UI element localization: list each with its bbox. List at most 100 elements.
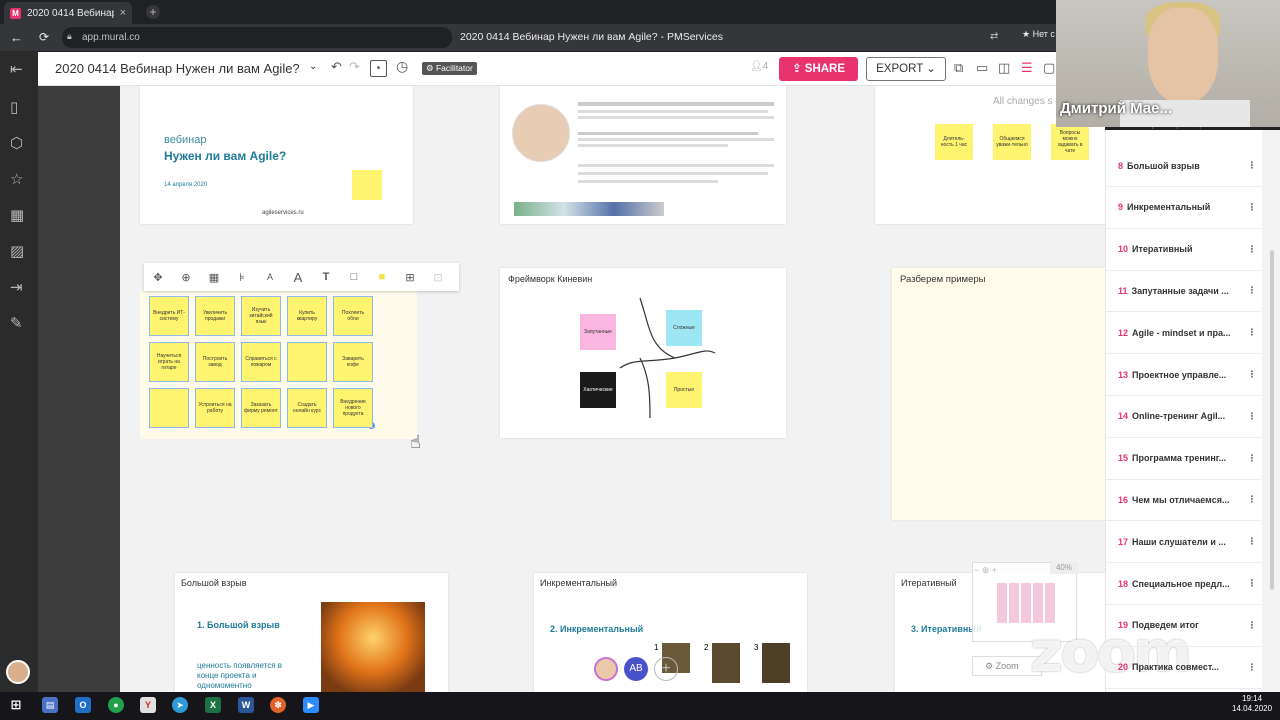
lock-item-icon[interactable]: ⊡ [424,271,452,284]
back-arrow-icon[interactable]: ← [10,30,23,45]
outline-item[interactable]: 11 Запутанные задачи ... ⋮ [1106,270,1261,313]
sticky-note[interactable] [149,388,189,428]
more-options-icon[interactable]: ⋮ [1243,160,1261,171]
bigbang-card[interactable]: Большой взрыв 1. Большой взрыв ценность … [175,573,448,692]
yandex-browser-icon[interactable]: Y [140,697,156,713]
more-options-icon[interactable]: ⋮ [1243,620,1261,631]
outline-toggle-icon[interactable]: • [370,60,387,77]
more-options-icon[interactable]: ⋮ [1243,453,1261,464]
collaborator-avatar[interactable] [594,657,618,681]
grid-icon[interactable]: ▦ [200,271,228,284]
scrollbar-thumb[interactable] [1270,250,1274,590]
my-avatar[interactable] [6,660,30,684]
slack-icon[interactable]: ✽ [270,697,286,713]
sticky-note[interactable]: Устроиться на работу [195,388,235,428]
excel-icon[interactable]: X [205,697,221,713]
collaborators-count[interactable]: 👤︎4 [750,61,768,72]
browser-tab[interactable]: M 2020 0414 Вебинар Ну × [4,2,132,24]
facilitator-badge[interactable]: ⚙ Facilitator [422,62,477,75]
messenger-icon[interactable]: ● [108,697,124,713]
sticky-note[interactable]: Простые [666,372,702,408]
sticky-note[interactable]: Справиться с пожаром [241,342,281,382]
border-icon[interactable]: □ [340,271,368,283]
outline-item[interactable]: 15 Программа тренинг... ⋮ [1106,438,1261,480]
sticky-note[interactable]: Вопросы можно задавать в чате [1051,124,1089,160]
font-larger-icon[interactable]: A [284,270,312,285]
translate-icon[interactable]: ⇄ [990,31,998,42]
outline-item[interactable]: 13 Проектное управле... ⋮ [1106,354,1261,396]
export-button[interactable]: EXPORT ⌄ [866,57,946,81]
align-icon[interactable]: ⊧ [228,271,256,284]
cynefin-card[interactable]: Фреймворк Киневин Запутанные Сложные Хао… [500,268,786,438]
outline-item[interactable]: 9 Инкрементальный ⋮ [1106,187,1261,229]
title-card[interactable]: вебинар Нужен ли вам Agile? 14 апреля 20… [140,86,413,224]
more-options-icon[interactable]: ⋮ [1243,244,1261,255]
more-options-icon[interactable]: ⋮ [1243,494,1261,505]
reload-icon[interactable]: ⟳ [39,30,49,44]
sticky-note[interactable]: Сложные [666,310,702,346]
collaborator-avatar[interactable]: AB [624,657,648,681]
sticky-note[interactable]: Увеличить продажи [195,296,235,336]
telegram-icon[interactable]: ➤ [172,697,188,713]
sticky-note[interactable]: Похлеить обои [333,296,373,336]
mural-canvas[interactable]: вебинар Нужен ли вам Agile? 14 апреля 20… [120,86,1105,692]
pen-icon[interactable]: ✎ [10,314,23,332]
sticky-note[interactable]: Внедрить ИТ-систему [149,296,189,336]
more-options-icon[interactable]: ⋮ [1243,411,1261,422]
outline-item[interactable]: 8 Большой взрыв ⋮ [1106,145,1261,187]
sticky-note[interactable]: Запутанные [580,314,616,350]
app-icon[interactable]: ▤ [42,697,58,713]
outline-list-icon[interactable]: ☰ [1021,60,1033,76]
sticky-note[interactable]: Заварить кофе [333,342,373,382]
speaker-bio-card[interactable] [500,86,786,224]
system-clock[interactable]: 19:14 14.04.2020 [1232,694,1272,714]
outline-item[interactable]: 10 Итеративный ⋮ [1106,229,1261,271]
sticky-note[interactable]: Построить завод [195,342,235,382]
sticky-note[interactable]: Длитель-ность 1 час [935,124,973,160]
sticky-note[interactable]: Создать онлайн курс [287,388,327,428]
share-button[interactable]: ⇪ SHARE [779,57,858,81]
outlook-icon[interactable]: O [75,697,91,713]
frameworks-icon[interactable]: ▦ [10,206,24,224]
outline-item[interactable]: 16 Чем мы отличаемся... ⋮ [1106,479,1261,522]
color-swatch-icon[interactable]: ■ [368,271,396,283]
comments-icon[interactable]: ▭ [976,60,988,76]
word-icon[interactable]: W [238,697,254,713]
windows-start-icon[interactable]: ⊞ [8,697,24,713]
upload-icon[interactable]: ⇥ [10,278,23,296]
outline-item[interactable]: 17 Наши слушатели и ... ⋮ [1106,521,1261,564]
sticky-note[interactable] [287,342,327,382]
image-icon[interactable]: ▨ [10,242,24,260]
sticky-note[interactable]: Купить квартиру [287,296,327,336]
sync-status[interactable]: ★ Нет с [1022,29,1055,40]
icons-star-icon[interactable]: ☆ [10,170,23,188]
zoom-app-icon[interactable]: ▶ [303,697,319,713]
more-options-icon[interactable]: ⋮ [1243,202,1261,213]
chat-icon[interactable]: ◫ [998,60,1010,76]
sticky-note[interactable]: Изучить китайский язык [241,296,281,336]
font-smaller-icon[interactable]: A [256,272,284,282]
board-title[interactable]: 2020 0414 Вебинар Нужен ли вам Agile? [55,61,300,76]
undo-icon[interactable]: ↶ [331,59,342,75]
examples-area[interactable]: Разберем примеры [892,268,1105,520]
text-icon[interactable]: T [312,271,340,283]
outline-item[interactable]: 19 Подведем итог ⋮ [1106,605,1261,647]
timer-icon[interactable]: ◷ [396,58,408,75]
sticky-note[interactable]: Хаотические [580,372,616,408]
redo-icon[interactable]: ↷ [349,59,360,75]
close-tab-icon[interactable]: × [120,7,126,19]
zoom-controls[interactable]: − ⊕ + [974,565,997,576]
more-options-icon[interactable]: ⋮ [1243,578,1261,589]
sticky-note-icon[interactable]: ▯ [10,98,18,116]
arrange-icon[interactable]: ⊞ [396,271,424,284]
sticky-grid-area[interactable]: Внедрить ИТ-систему Увеличить продажи Изуч… [140,291,417,439]
outline-item[interactable]: 20 Практика совмест... ⋮ [1106,647,1261,689]
move-icon[interactable]: ✥ [144,271,172,284]
chevron-down-icon[interactable]: ⌄ [309,61,317,72]
more-options-icon[interactable]: ⋮ [1243,285,1261,296]
more-icon[interactable]: ▢ [1043,60,1055,76]
new-tab-button[interactable]: + [146,5,160,19]
outline-item[interactable]: 14 Online-тренинг Agil... ⋮ [1106,396,1261,438]
more-options-icon[interactable]: ⋮ [1243,327,1261,338]
url-field[interactable]: app.mural.co [62,27,452,48]
